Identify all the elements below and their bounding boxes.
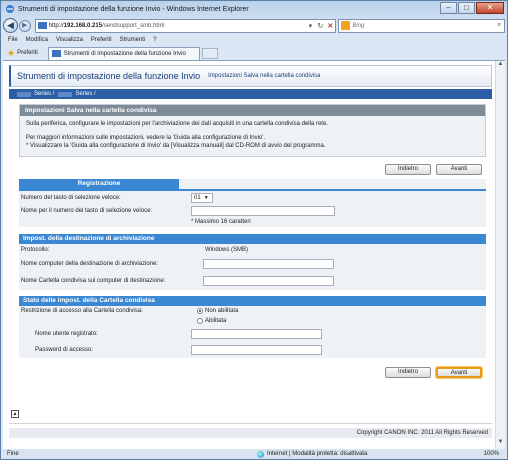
status-bar: Fine Internet | Modalità protetta: disat… <box>3 449 505 459</box>
computer-name-input[interactable] <box>203 259 334 269</box>
browser-window: Strumenti di impostazione della funzione… <box>0 0 508 460</box>
window-title: Strumenti di impostazione della funzione… <box>18 5 249 13</box>
menu-help[interactable]: ? <box>153 37 156 43</box>
minimize-button[interactable]: – <box>440 2 457 14</box>
page-favicon-icon <box>37 22 47 29</box>
radio-not-enabled-label: Non abilitata <box>205 308 239 314</box>
password-label: Password di accesso: <box>35 347 94 353</box>
radio-unselected-icon <box>197 318 203 324</box>
radio-not-enabled[interactable]: Non abilitata <box>197 308 238 314</box>
bing-logo-icon <box>341 21 351 30</box>
username-label: Nome utente registrato: <box>35 331 98 337</box>
page-banner: Strumenti di impostazione della funzione… <box>9 65 492 87</box>
shared-folder-name-input[interactable] <box>203 276 334 286</box>
info-line-2: Per maggiori informazioni sulle impostaz… <box>26 135 266 141</box>
dropdown-arrow-icon[interactable]: ▾ <box>305 22 315 30</box>
back-button-top[interactable]: Indietro <box>385 164 431 175</box>
registration-section: Registrazione Numero del tasto di selezi… <box>19 179 486 227</box>
close-button[interactable]: ✕ <box>476 2 504 14</box>
page-top-icon[interactable]: ▲ <box>11 410 19 418</box>
footer-divider <box>9 423 492 424</box>
new-tab-button[interactable] <box>201 47 218 59</box>
tab-active[interactable]: Strumenti di impostazione della funzione… <box>47 46 200 60</box>
access-restriction-label: Restrizione di accesso alla Cartella con… <box>21 308 143 314</box>
password-input[interactable] <box>191 345 322 355</box>
name-hint: * Massimo 16 caratteri <box>191 219 251 225</box>
next-button-bottom[interactable]: Avanti <box>436 367 482 378</box>
speed-dial-value: 01 <box>194 195 201 201</box>
shared-folder-section: Stato delle impost. della Cartella condi… <box>19 296 486 358</box>
menu-modifica[interactable]: Modifica <box>26 37 48 43</box>
protocol-label: Protocollo: <box>21 247 50 253</box>
menu-preferiti[interactable]: Preferiti <box>91 37 112 43</box>
security-zone[interactable]: Internet | Modalità protetta: disattivat… <box>257 450 368 458</box>
name-input[interactable] <box>191 206 335 216</box>
protocol-value: Windows (SMB) <box>205 247 249 253</box>
radio-enabled-label: Abilitata <box>205 318 227 324</box>
refresh-icon[interactable]: ↻ <box>315 22 325 30</box>
maximize-button[interactable]: □ <box>458 2 475 14</box>
scroll-up-icon[interactable]: ▲ <box>496 61 505 71</box>
destination-section: Impost. della destinazione di archiviazi… <box>19 234 486 290</box>
favorites-star-icon[interactable]: ★ <box>7 48 15 59</box>
speed-dial-label: Numero del tasto di selezione veloce: <box>21 195 121 201</box>
computer-name-label: Nome computer della destinazione di arch… <box>21 261 159 267</box>
shared-folder-name-label: Nome Cartella condivisa sul computer di … <box>21 278 166 284</box>
navigation-bar: ◀ ▶ http:// 192.168.0.215 /sendsupport_s… <box>3 17 505 34</box>
breadcrumb-series-2: Series / <box>75 91 96 97</box>
tab-title: Strumenti di impostazione della funzione… <box>63 50 186 57</box>
favorites-label[interactable]: Preferiti <box>17 50 38 56</box>
menu-strumenti[interactable]: Strumenti <box>120 37 146 43</box>
info-line-1: Sulla periferica, configurare le imposta… <box>26 121 328 127</box>
zone-text: Internet | Modalità protetta: disattivat… <box>267 451 368 457</box>
search-icon[interactable]: ⌕ <box>498 22 501 29</box>
destination-heading: Impost. della destinazione di archiviazi… <box>19 234 486 244</box>
zoom-level[interactable]: 100% <box>484 451 499 457</box>
username-input[interactable] <box>191 329 322 339</box>
globe-icon <box>257 450 264 458</box>
ie-app-icon <box>6 5 14 13</box>
back-button-bottom[interactable]: Indietro <box>385 367 431 378</box>
status-text: Fine <box>7 451 19 457</box>
address-bar[interactable]: http:// 192.168.0.215 /sendsupport_smb.h… <box>34 18 337 33</box>
name-label: Nome per il numero del tasto di selezion… <box>21 208 153 214</box>
forward-button[interactable]: ▶ <box>18 19 31 32</box>
vertical-scrollbar[interactable]: ▲ ▼ <box>495 61 505 449</box>
menu-visualizza[interactable]: Visualizza <box>56 37 83 43</box>
model-name-redacted <box>58 91 73 97</box>
page-subtitle: Impostazioni Salva nella cartella condiv… <box>208 73 321 79</box>
next-button-top[interactable]: Avanti <box>436 164 482 175</box>
menu-bar: File Modifica Visualizza Preferiti Strum… <box>3 35 505 45</box>
info-card-heading: Impostazioni Salva nella cartella condiv… <box>20 105 485 116</box>
breadcrumb-series-1: Series / <box>34 91 55 97</box>
breadcrumb: Series / Series / <box>9 89 492 99</box>
page-content: Strumenti di impostazione della funzione… <box>3 60 505 449</box>
page-title: Strumenti di impostazione della funzione… <box>17 71 201 81</box>
chevron-down-icon: ▼ <box>203 195 209 201</box>
scroll-down-icon[interactable]: ▼ <box>496 439 505 449</box>
url-path: /sendsupport_smb.html <box>102 22 165 29</box>
copyright-text: Copyright CANON INC. 2011 All Rights Res… <box>9 428 492 438</box>
title-bar: Strumenti di impostazione della funzione… <box>1 1 507 17</box>
speed-dial-select[interactable]: 01 ▼ <box>191 193 213 203</box>
search-placeholder: Bing <box>352 22 365 29</box>
registration-heading: Registrazione <box>19 179 179 189</box>
menu-file[interactable]: File <box>8 37 18 43</box>
stop-icon[interactable]: ✕ <box>325 22 335 30</box>
url-prefix: http:// <box>48 22 64 29</box>
radio-enabled[interactable]: Abilitata <box>197 318 226 324</box>
model-name-redacted <box>17 91 31 97</box>
page-body: Strumenti di impostazione della funzione… <box>9 65 492 378</box>
radio-selected-icon <box>197 308 203 314</box>
back-button[interactable]: ◀ <box>3 18 18 33</box>
info-card: Impostazioni Salva nella cartella condiv… <box>19 104 486 157</box>
shared-folder-heading: Stato delle impost. della Cartella condi… <box>19 296 486 306</box>
info-line-3: * Visualizzare la 'Guida alla configuraz… <box>26 143 326 149</box>
tab-page-icon <box>51 50 61 57</box>
search-box[interactable]: Bing ⌕ <box>338 18 505 33</box>
url-domain: 192.168.0.215 <box>63 22 103 29</box>
favorites-bar: ★ Preferiti Strumenti di impostazione de… <box>3 46 505 60</box>
